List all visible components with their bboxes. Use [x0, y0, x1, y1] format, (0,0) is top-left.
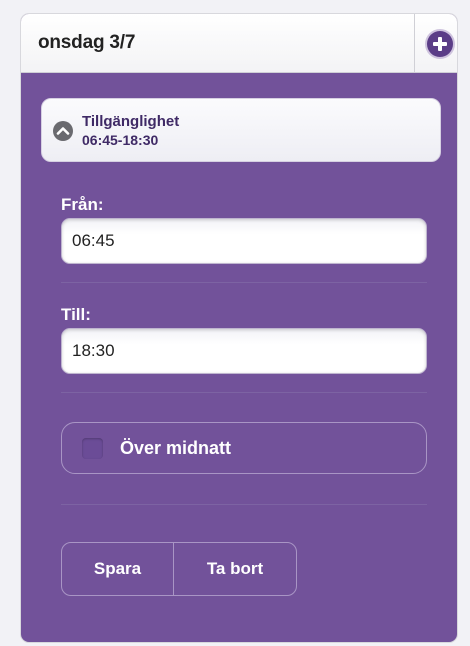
divider	[61, 282, 427, 283]
availability-title: Tillgänglighet	[82, 113, 180, 130]
over-midnight-label: Över midnatt	[120, 438, 232, 458]
over-midnight-checkbox[interactable]: Över midnatt	[61, 422, 427, 474]
checkbox-box[interactable]	[82, 438, 103, 459]
from-time-input[interactable]	[61, 218, 427, 264]
panel-header: onsdag 3/7	[21, 14, 457, 73]
from-label: Från:	[61, 195, 104, 214]
to-label: Till:	[61, 305, 91, 324]
plus-circle-icon	[433, 37, 447, 51]
to-time-input[interactable]	[61, 328, 427, 374]
availability-panel: onsdag 3/7 Tillgänglighet 06:45-18:30 Fr…	[21, 14, 457, 642]
availability-collapsible-header[interactable]: Tillgänglighet 06:45-18:30	[41, 98, 441, 162]
header-divider	[414, 14, 415, 72]
page-title: onsdag 3/7	[38, 32, 136, 53]
availability-time-range: 06:45-18:30	[82, 132, 159, 148]
add-button[interactable]	[427, 31, 453, 57]
delete-button[interactable]: Ta bort	[174, 543, 296, 595]
save-button[interactable]: Spara	[62, 543, 173, 595]
chevron-up-icon	[53, 121, 73, 141]
divider	[61, 392, 427, 393]
action-button-group: Spara Ta bort	[61, 542, 297, 596]
divider	[61, 504, 427, 505]
